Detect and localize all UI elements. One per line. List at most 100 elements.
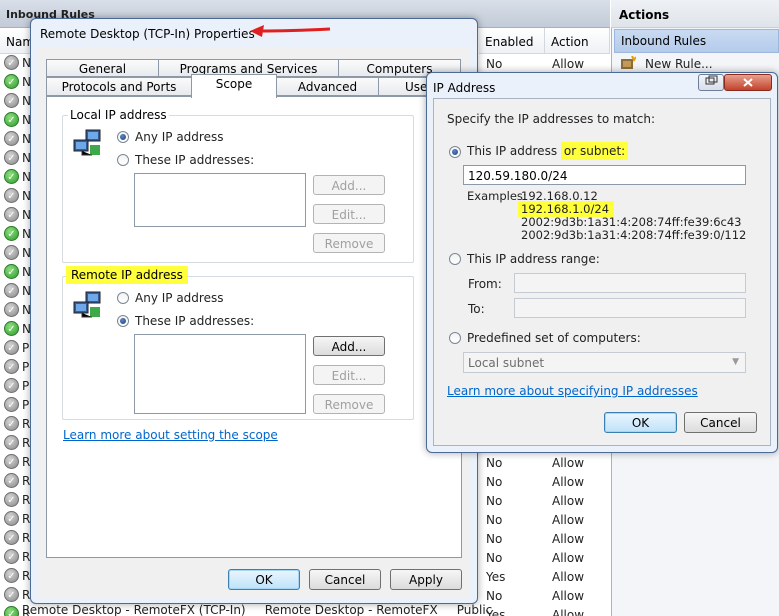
remote-edit-button[interactable]: Edit... (313, 365, 385, 385)
rule-disabled-icon: ✓ (4, 435, 19, 450)
new-rule-action[interactable]: New Rule... (645, 57, 713, 71)
rule-disabled-icon: ✓ (4, 150, 19, 165)
rule-action-cell: Allow (552, 494, 585, 508)
rule-action-cell: Allow (552, 532, 585, 546)
rule-disabled-icon: ✓ (4, 359, 19, 374)
this-ip-label-b: or subnet: (560, 142, 629, 160)
rule-action-cell: Allow (552, 570, 585, 584)
rule-disabled-icon: ✓ (4, 549, 19, 564)
restore-icon[interactable] (698, 74, 724, 91)
rule-action-cell: Allow (552, 513, 585, 527)
rule-enabled-cell: No (486, 589, 503, 603)
network-computers-icon (72, 128, 106, 158)
properties-title: Remote Desktop (TCP-In) Properties (40, 27, 255, 41)
example-3: 2002:9d3b:1a31:4:208:74ff:fe39:6c43 (521, 215, 742, 229)
tab-general[interactable]: General (46, 59, 159, 77)
rule-enabled-cell: No (486, 532, 503, 546)
local-any-ip-radio[interactable] (117, 131, 129, 143)
to-label: To: (468, 302, 485, 316)
tab-protocols-ports[interactable]: Protocols and Ports (46, 77, 192, 96)
network-computers-icon-remote (72, 290, 106, 320)
properties-ok-button[interactable]: OK (228, 569, 300, 590)
rule-enabled-cell: No (486, 513, 503, 527)
rule-enabled-icon: ✓ (4, 112, 19, 127)
rule-disabled-icon: ✓ (4, 511, 19, 526)
rule-name-fragment[interactable]: P (22, 341, 29, 355)
rule-disabled-icon: ✓ (4, 397, 19, 412)
rule-enabled-cell: No (486, 551, 503, 565)
rule-action-cell: Allow (552, 475, 585, 489)
remote-ip-listbox[interactable] (134, 334, 306, 414)
rule-action-cell: Allow (552, 57, 585, 71)
properties-cancel-button[interactable]: Cancel (309, 569, 381, 590)
close-icon[interactable] (724, 74, 772, 91)
column-action[interactable]: Action (545, 28, 610, 54)
tab-scope[interactable]: Scope (191, 74, 277, 98)
rule-name-fragment[interactable]: P (22, 379, 29, 393)
from-label: From: (468, 277, 502, 291)
local-these-ips-label: These IP addresses: (135, 153, 255, 167)
rule-name-fragment[interactable]: P (22, 360, 29, 374)
local-remove-button[interactable]: Remove (313, 233, 385, 253)
column-action-label: Action (551, 35, 589, 49)
rule-disabled-icon: ✓ (4, 454, 19, 469)
properties-apply-button[interactable]: Apply (390, 569, 462, 590)
rule-name-fragment[interactable]: P (22, 398, 29, 412)
rule-disabled-icon: ✓ (4, 131, 19, 146)
rule-disabled-icon: ✓ (4, 302, 19, 317)
chevron-down-icon: ▼ (732, 357, 739, 367)
rule-action-cell: Allow (552, 456, 585, 470)
new-rule-icon (620, 55, 637, 70)
remote-remove-button[interactable]: Remove (313, 394, 385, 414)
tab-general-label: General (78, 62, 127, 76)
remote-these-ips-radio[interactable] (117, 315, 129, 327)
rule-enabled-cell: No (486, 475, 503, 489)
remote-ip-label: Remote IP address (66, 266, 188, 284)
local-any-ip-label: Any IP address (135, 130, 224, 144)
column-enabled[interactable]: Enabled (479, 28, 545, 54)
tab-users-label: Use (405, 80, 428, 94)
predefined-radio[interactable] (449, 332, 461, 344)
actions-subtitle: Inbound Rules (621, 34, 707, 48)
ip-ok-button[interactable]: OK (604, 412, 677, 433)
local-edit-button[interactable]: Edit... (313, 204, 385, 224)
ip-range-radio[interactable] (449, 253, 461, 265)
ip-cancel-button[interactable]: Cancel (684, 412, 757, 433)
rule-disabled-icon: ✓ (4, 188, 19, 203)
range-to-input[interactable] (514, 298, 746, 318)
last-rule-row[interactable]: Remote Desktop - RemoteFX (TCP-In) Remot… (22, 603, 492, 616)
tab-scope-label: Scope (215, 77, 253, 91)
red-arrow-annotation (250, 22, 332, 38)
remote-any-ip-label: Any IP address (135, 291, 224, 305)
local-ip-listbox[interactable] (134, 173, 306, 227)
rule-enabled-icon: ✓ (4, 226, 19, 241)
range-from-input[interactable] (514, 273, 746, 293)
ip-address-input[interactable]: 120.59.180.0/24 (463, 165, 746, 185)
learn-scope-link[interactable]: Learn more about setting the scope (63, 428, 278, 442)
rule-disabled-icon: ✓ (4, 283, 19, 298)
actions-inbound-rules[interactable]: Inbound Rules (614, 29, 779, 53)
this-ip-label: This IP address or subnet: (467, 142, 629, 160)
rule-enabled-cell: No (486, 494, 503, 508)
tab-advanced-label: Advanced (297, 80, 358, 94)
tab-users[interactable]: Use (378, 77, 428, 96)
learn-ip-link[interactable]: Learn more about specifying IP addresses (447, 384, 698, 398)
rule-disabled-icon: ✓ (4, 340, 19, 355)
rule-action-cell: Allow (552, 589, 585, 603)
remote-these-ips-label: These IP addresses: (135, 314, 255, 328)
rule-disabled-icon: ✓ (4, 378, 19, 393)
local-add-button[interactable]: Add... (313, 175, 385, 195)
rule-disabled-icon: ✓ (4, 530, 19, 545)
remote-add-button[interactable]: Add... (313, 336, 385, 356)
remote-any-ip-radio[interactable] (117, 292, 129, 304)
rule-disabled-icon: ✓ (4, 416, 19, 431)
rule-enabled-icon: ✓ (4, 74, 19, 89)
predefined-select[interactable]: Local subnet ▼ (463, 352, 746, 373)
local-these-ips-radio[interactable] (117, 154, 129, 166)
rule-enabled-icon: ✓ (4, 321, 19, 336)
rule-disabled-icon: ✓ (4, 568, 19, 583)
this-ip-radio[interactable] (449, 146, 461, 158)
rule-disabled-icon: ✓ (4, 473, 19, 488)
column-name[interactable]: Nam (0, 28, 34, 54)
tab-advanced[interactable]: Advanced (276, 77, 379, 96)
